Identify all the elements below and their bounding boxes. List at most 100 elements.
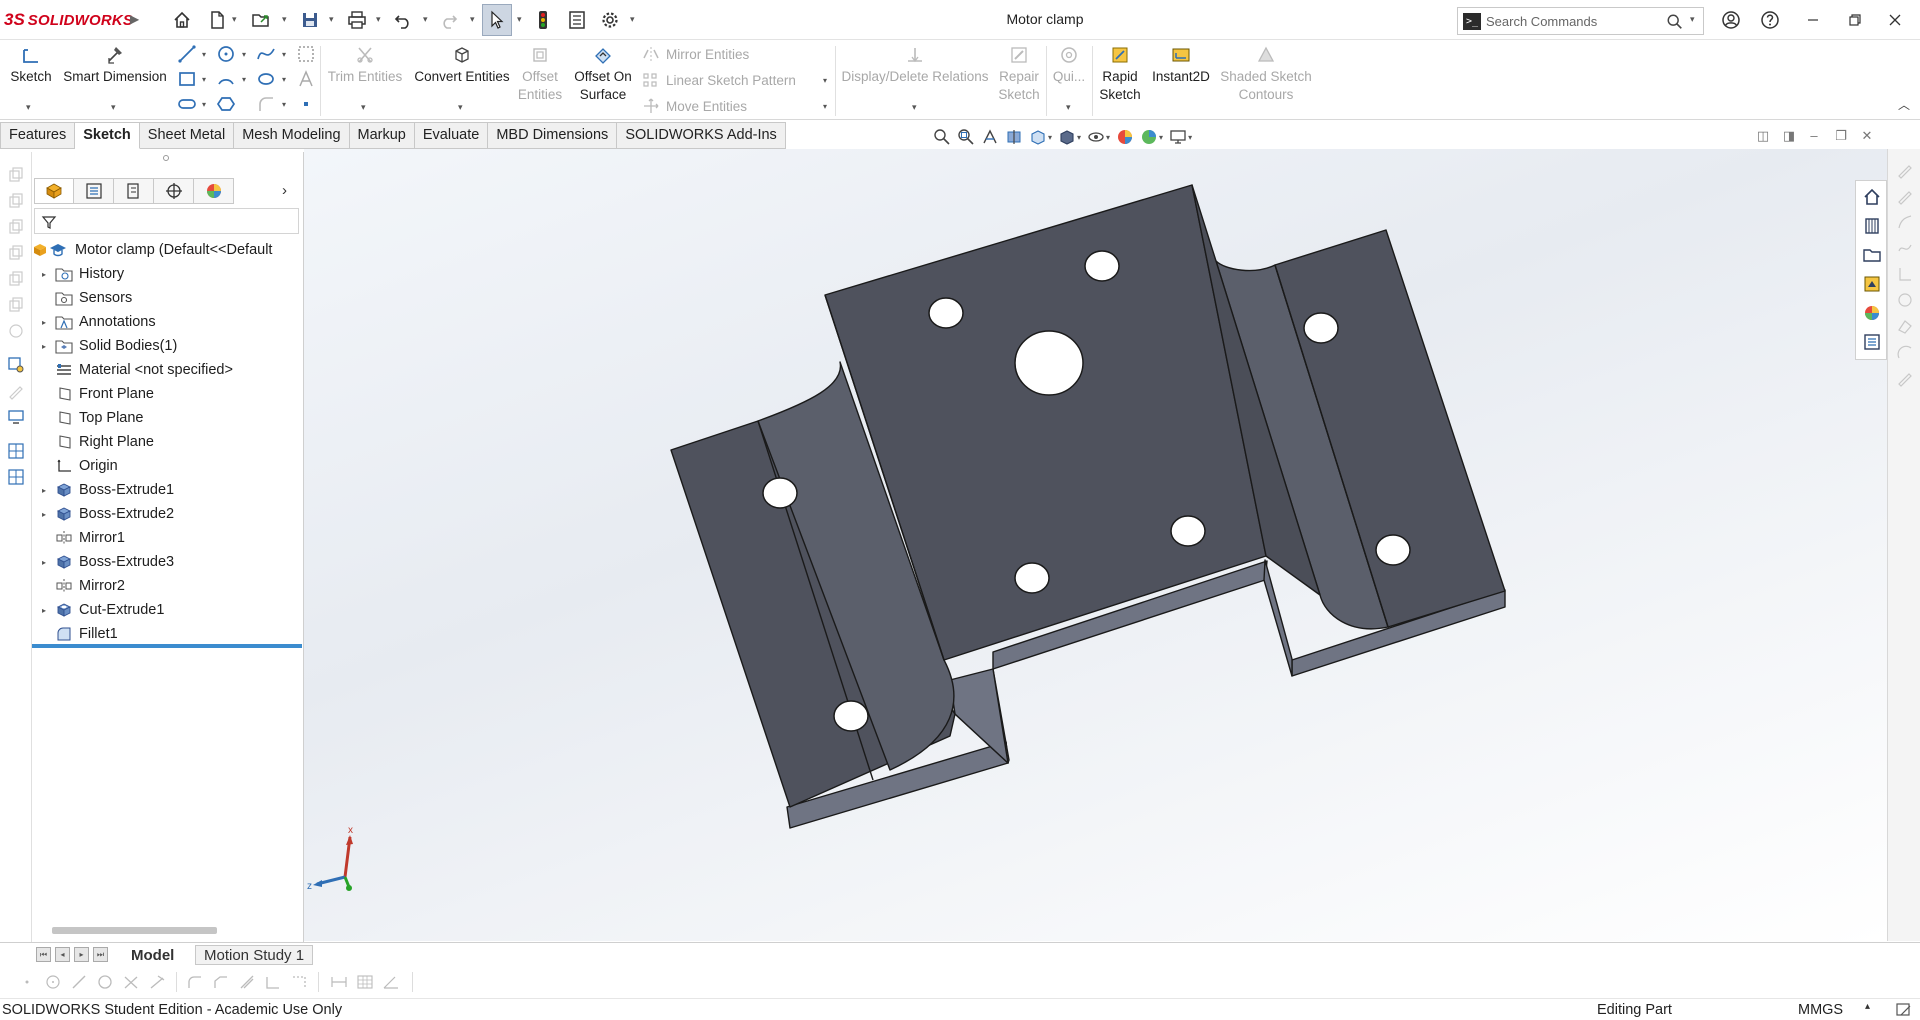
expand-arrow-icon[interactable]: ▸ [38, 606, 50, 615]
view-settings-dropdown-icon[interactable]: ▾ [1188, 133, 1192, 142]
tree-item-sensors[interactable]: Sensors [32, 286, 304, 310]
tab-features[interactable]: Features [0, 122, 76, 149]
print-dropdown-icon[interactable]: ▾ [376, 14, 384, 24]
select-dropdown-icon[interactable]: ▾ [517, 14, 525, 24]
monitor-icon[interactable] [7, 408, 25, 426]
rectangle-icon[interactable] [177, 69, 197, 89]
units-selector[interactable]: MMGS [1798, 1002, 1843, 1018]
last-tab-arrow-icon[interactable]: ⏭ [93, 947, 108, 962]
new-dropdown-icon[interactable]: ▾ [232, 14, 240, 24]
spline-icon[interactable] [256, 44, 276, 64]
fillet-sketch-dropdown-icon[interactable]: ▾ [282, 100, 286, 109]
panel-grip-icon[interactable] [163, 155, 169, 161]
tile-left-icon[interactable]: ◫ [1752, 128, 1774, 146]
close-window-icon[interactable] [1879, 6, 1911, 34]
chevron-right-icon[interactable]: ▶ [130, 12, 146, 28]
select-arrow-icon[interactable] [482, 4, 512, 36]
circle-dropdown-icon[interactable]: ▾ [242, 50, 246, 59]
sketch-button[interactable]: Sketch [8, 44, 54, 86]
grid-snap-icon[interactable] [7, 468, 25, 486]
convert-entities-button[interactable]: Convert Entities [410, 44, 514, 86]
help-icon[interactable] [1754, 6, 1786, 34]
tree-item-origin[interactable]: Origin [32, 454, 304, 478]
expand-arrow-icon[interactable]: ▸ [38, 558, 50, 567]
line-dropdown-icon[interactable]: ▾ [202, 50, 206, 59]
rapid-sketch-button[interactable]: Rapid Sketch [1096, 44, 1144, 104]
search-commands-box[interactable]: >_ ▾ [1457, 7, 1704, 35]
tab-model[interactable]: Model [122, 945, 184, 965]
sketch-status-icon[interactable] [1895, 1002, 1913, 1018]
sketch-settings-icon[interactable] [7, 356, 25, 374]
zoom-to-fit-icon[interactable] [930, 127, 954, 147]
tab-evaluate[interactable]: Evaluate [414, 122, 489, 149]
search-icon[interactable] [1666, 13, 1684, 31]
zoom-to-area-icon[interactable] [954, 127, 978, 147]
circle-icon[interactable] [216, 44, 236, 64]
print-icon[interactable] [344, 8, 370, 32]
view-orientation-icon[interactable] [1026, 127, 1050, 147]
tree-item-fillet1[interactable]: Fillet1 [32, 622, 304, 646]
shaded-sketch-contours-button[interactable]: Shaded Sketch Contours [1218, 44, 1314, 104]
expand-arrow-icon[interactable]: ▸ [38, 342, 50, 351]
property-manager-tab[interactable] [74, 178, 114, 204]
expand-arrow-icon[interactable]: ▸ [38, 270, 50, 279]
offset-entities-button[interactable]: Offset Entities [517, 44, 563, 104]
move-entities-button[interactable]: Move Entities [642, 98, 747, 114]
chevron-up-icon[interactable]: ▴ [1865, 1001, 1870, 1012]
apply-scene-dropdown-icon[interactable]: ▾ [1159, 133, 1163, 142]
search-dropdown-icon[interactable]: ▾ [1690, 14, 1695, 25]
arc-icon[interactable] [216, 69, 236, 89]
mirror-entities-button[interactable]: Mirror Entities [642, 46, 749, 62]
convert-entities-dropdown-icon[interactable]: ▾ [458, 102, 463, 113]
tree-root-part[interactable]: Motor clamp (Default<<Default [32, 238, 304, 262]
graphics-area[interactable] [304, 149, 1887, 941]
horizontal-scrollbar[interactable] [52, 927, 217, 934]
smart-dimension-dropdown-icon[interactable]: ▾ [111, 102, 116, 113]
tree-item-boss-extrude1[interactable]: ▸ Boss-Extrude1 [32, 478, 304, 502]
trim-entities-dropdown-icon[interactable]: ▾ [361, 102, 366, 113]
slot-icon[interactable] [177, 94, 197, 114]
smart-dimension-button[interactable]: Smart Dimension [60, 44, 170, 86]
expand-arrow-icon[interactable]: ▸ [38, 510, 50, 519]
ellipse-dropdown-icon[interactable]: ▾ [282, 75, 286, 84]
text-icon[interactable] [296, 69, 316, 89]
chevron-right-icon[interactable]: › [282, 182, 287, 199]
instant2d-button[interactable]: Instant2D [1148, 44, 1214, 86]
spline-dropdown-icon[interactable]: ▾ [282, 50, 286, 59]
tree-item-annotations[interactable]: ▸ Annotations [32, 310, 304, 334]
custom-properties-icon[interactable] [1862, 332, 1882, 352]
tree-item-top-plane[interactable]: Top Plane [32, 406, 304, 430]
feature-tree-filter[interactable] [34, 208, 299, 234]
edit-appearance-icon[interactable] [1113, 127, 1137, 147]
hide-show-dropdown-icon[interactable]: ▾ [1106, 133, 1110, 142]
tab-markup[interactable]: Markup [349, 122, 415, 149]
account-icon[interactable] [1715, 6, 1747, 34]
linear-sketch-pattern-dropdown-icon[interactable]: ▾ [823, 76, 827, 85]
viewport-minimize-icon[interactable]: – [1803, 128, 1825, 146]
solidworks-logo[interactable]: 3S SOLIDWORKS [4, 9, 133, 31]
expand-arrow-icon[interactable]: ▸ [38, 318, 50, 327]
motor-clamp-model[interactable] [304, 149, 1887, 941]
hide-show-items-icon[interactable] [1084, 127, 1108, 147]
undo-icon[interactable] [391, 8, 415, 32]
tab-sketch[interactable]: Sketch [75, 122, 140, 149]
configuration-manager-tab[interactable] [114, 178, 154, 204]
dimxpert-manager-tab[interactable] [154, 178, 194, 204]
display-manager-tab[interactable] [194, 178, 234, 204]
point-icon[interactable] [296, 94, 316, 114]
quick-snaps-dropdown-icon[interactable]: ▾ [1066, 102, 1071, 113]
rebuild-traffic-light-icon[interactable] [532, 8, 554, 32]
view-settings-icon[interactable] [1166, 127, 1190, 147]
display-delete-relations-dropdown-icon[interactable]: ▾ [912, 102, 917, 113]
trim-entities-button[interactable]: Trim Entities [324, 44, 406, 86]
line-icon[interactable] [177, 44, 197, 64]
tree-item-solid-bodies-1[interactable]: ▸ Solid Bodies(1) [32, 334, 304, 358]
move-entities-dropdown-icon[interactable]: ▾ [823, 102, 827, 111]
tab-mesh-modeling[interactable]: Mesh Modeling [234, 122, 350, 149]
appearances-scenes-icon[interactable] [1862, 303, 1882, 323]
tab-solidworks-add-ins[interactable]: SOLIDWORKS Add-Ins [617, 122, 786, 149]
arc-dropdown-icon[interactable]: ▾ [242, 75, 246, 84]
expand-arrow-icon[interactable]: ▸ [38, 486, 50, 495]
options-dropdown-icon[interactable]: ▾ [630, 14, 638, 24]
tree-item-history[interactable]: ▸ History [32, 262, 304, 286]
